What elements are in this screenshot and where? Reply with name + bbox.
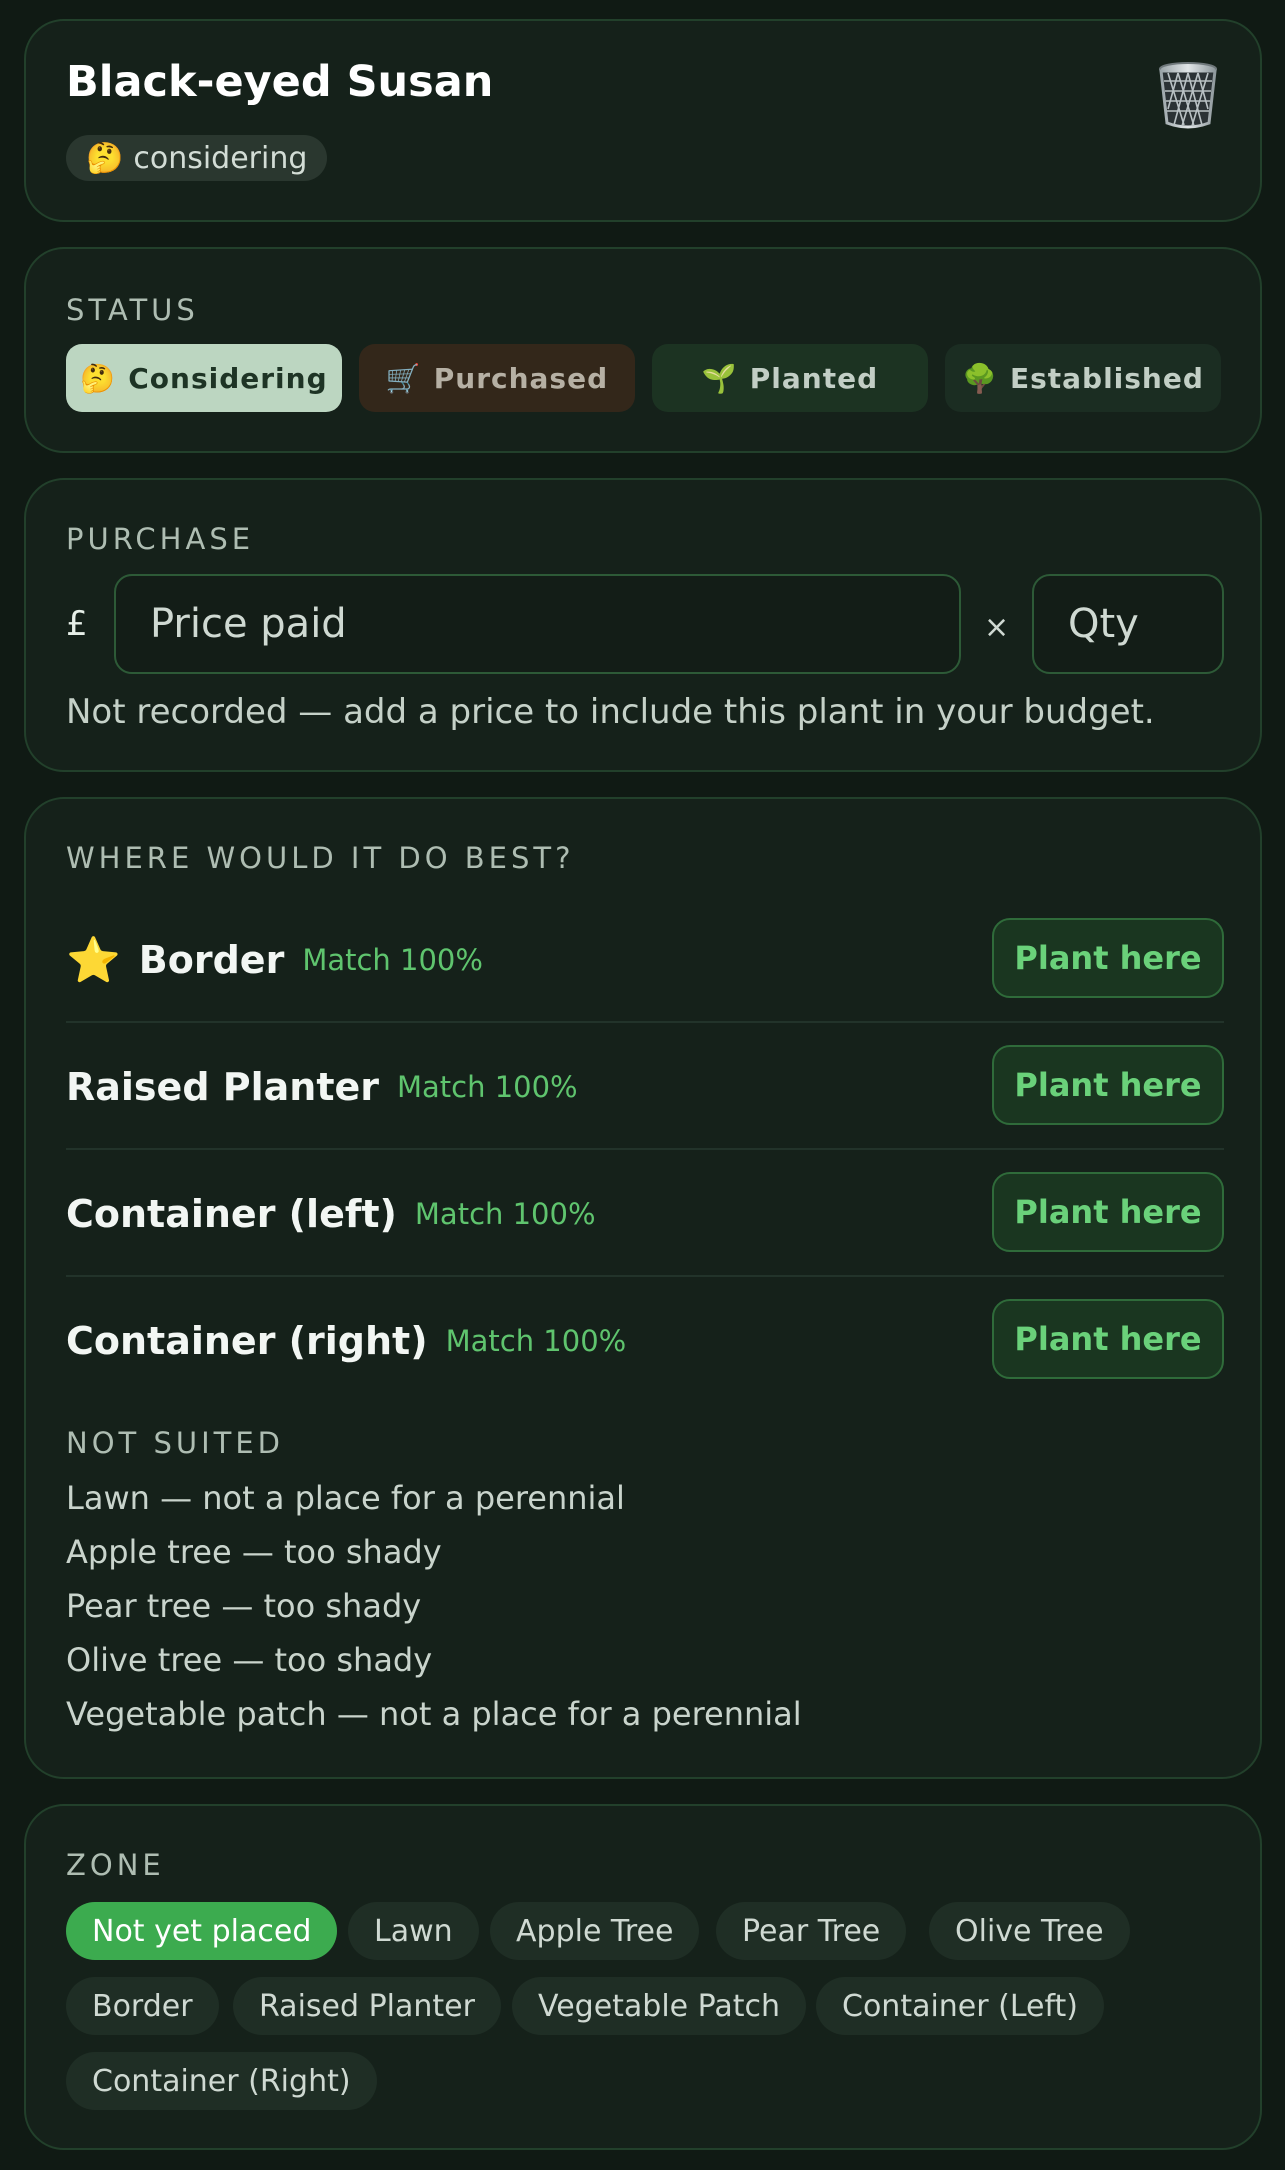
zone-section-label: ZONE [66,1848,165,1882]
match-score: Match 100% [397,1069,578,1104]
status-badge: 🤔 considering [66,135,328,181]
status-option-label: Established [1009,361,1204,395]
suggestion-row: Raised Planter Match 100% Plant here [66,1023,1224,1150]
purchase-section-label: PURCHASE [66,522,255,556]
seedling-icon: 🌱 [701,361,738,395]
status-section-label: STATUS [66,293,199,327]
shopping-cart-icon: 🛒 [385,361,422,395]
placement-section-label: WHERE WOULD IT DO BEST? [66,841,575,875]
suggestion-zone-name: Container (right) [66,1318,428,1363]
zone-chip-lawn[interactable]: Lawn [348,1902,479,1960]
suggestion-zone-name: Container (left) [66,1191,397,1236]
purchase-card: PURCHASE £ × Not recorded — add a price … [24,478,1262,772]
status-option-label: Considering [128,361,328,395]
not-suited-item: Pear tree — too shady [66,1587,422,1625]
plant-title: Black-eyed Susan [66,57,494,107]
quantity-input[interactable] [1032,574,1224,674]
thinking-face-icon: 🤔 [80,361,117,395]
plant-header-card: Black-eyed Susan 🤔 considering [24,19,1262,222]
status-option-planted[interactable]: 🌱 Planted [652,344,928,412]
match-score: Match 100% [414,1196,596,1231]
match-score: Match 100% [445,1323,627,1358]
not-suited-item: Vegetable patch — not a place for a pere… [66,1695,802,1733]
suggestion-row: Container (right) Match 100% Plant here [66,1277,1224,1404]
purchase-note: Not recorded — add a price to include th… [66,692,1155,732]
not-suited-item: Apple tree — too shady [66,1533,442,1571]
multiply-icon: × [984,610,1010,645]
status-card: STATUS 🤔 Considering 🛒 Purchased 🌱 Plant… [24,247,1262,453]
delete-button[interactable] [1156,61,1220,129]
suggestion-zone-name: Border [138,937,285,982]
status-option-considering[interactable]: 🤔 Considering [66,344,342,412]
suggestion-row: ⭐ Border Match 100% Plant here [66,896,1224,1023]
zone-chip-vegetable-patch[interactable]: Vegetable Patch [512,1977,807,2035]
plant-here-button[interactable]: Plant here [992,1172,1224,1252]
plant-here-button[interactable]: Plant here [992,1299,1224,1379]
status-option-established[interactable]: 🌳 Established [945,344,1221,412]
zone-chip-pear-tree[interactable]: Pear Tree [716,1902,907,1960]
zone-chip-apple-tree[interactable]: Apple Tree [490,1902,700,1960]
thinking-face-icon: 🤔 [86,140,124,176]
zone-chip-border[interactable]: Border [66,1977,219,2035]
zone-chip-container-left[interactable]: Container (Left) [816,1977,1104,2035]
not-suited-item: Olive tree — too shady [66,1641,433,1679]
star-icon: ⭐ [66,934,121,986]
match-score: Match 100% [302,942,483,977]
status-option-purchased[interactable]: 🛒 Purchased [359,344,635,412]
suggestion-row: Container (left) Match 100% Plant here [66,1150,1224,1277]
zone-chip-not-yet-placed[interactable]: Not yet placed [66,1902,338,1960]
zone-chip-olive-tree[interactable]: Olive Tree [929,1902,1130,1960]
zone-chip-raised-planter[interactable]: Raised Planter [233,1977,501,2035]
status-option-label: Purchased [433,361,609,395]
plant-detail-page: Black-eyed Susan 🤔 considering STATUS 🤔 … [0,0,1285,2170]
status-option-label: Planted [749,361,879,395]
not-suited-label: NOT SUITED [66,1426,285,1460]
status-badge-label: considering [133,140,308,176]
price-input[interactable] [114,574,961,674]
plant-here-button[interactable]: Plant here [992,918,1224,998]
trash-icon [1159,62,1217,129]
not-suited-item: Lawn — not a place for a perennial [66,1479,625,1517]
currency-symbol: £ [66,604,88,644]
zone-chip-container-right[interactable]: Container (Right) [66,2052,377,2110]
plant-here-button[interactable]: Plant here [992,1045,1224,1125]
placement-suggestions-card: WHERE WOULD IT DO BEST? ⭐ Border Match 1… [24,797,1262,1779]
tree-icon: 🌳 [962,361,998,395]
zone-card: ZONE Not yet placed Lawn Apple Tree Pear… [24,1804,1262,2150]
suggestion-zone-name: Raised Planter [66,1064,379,1109]
